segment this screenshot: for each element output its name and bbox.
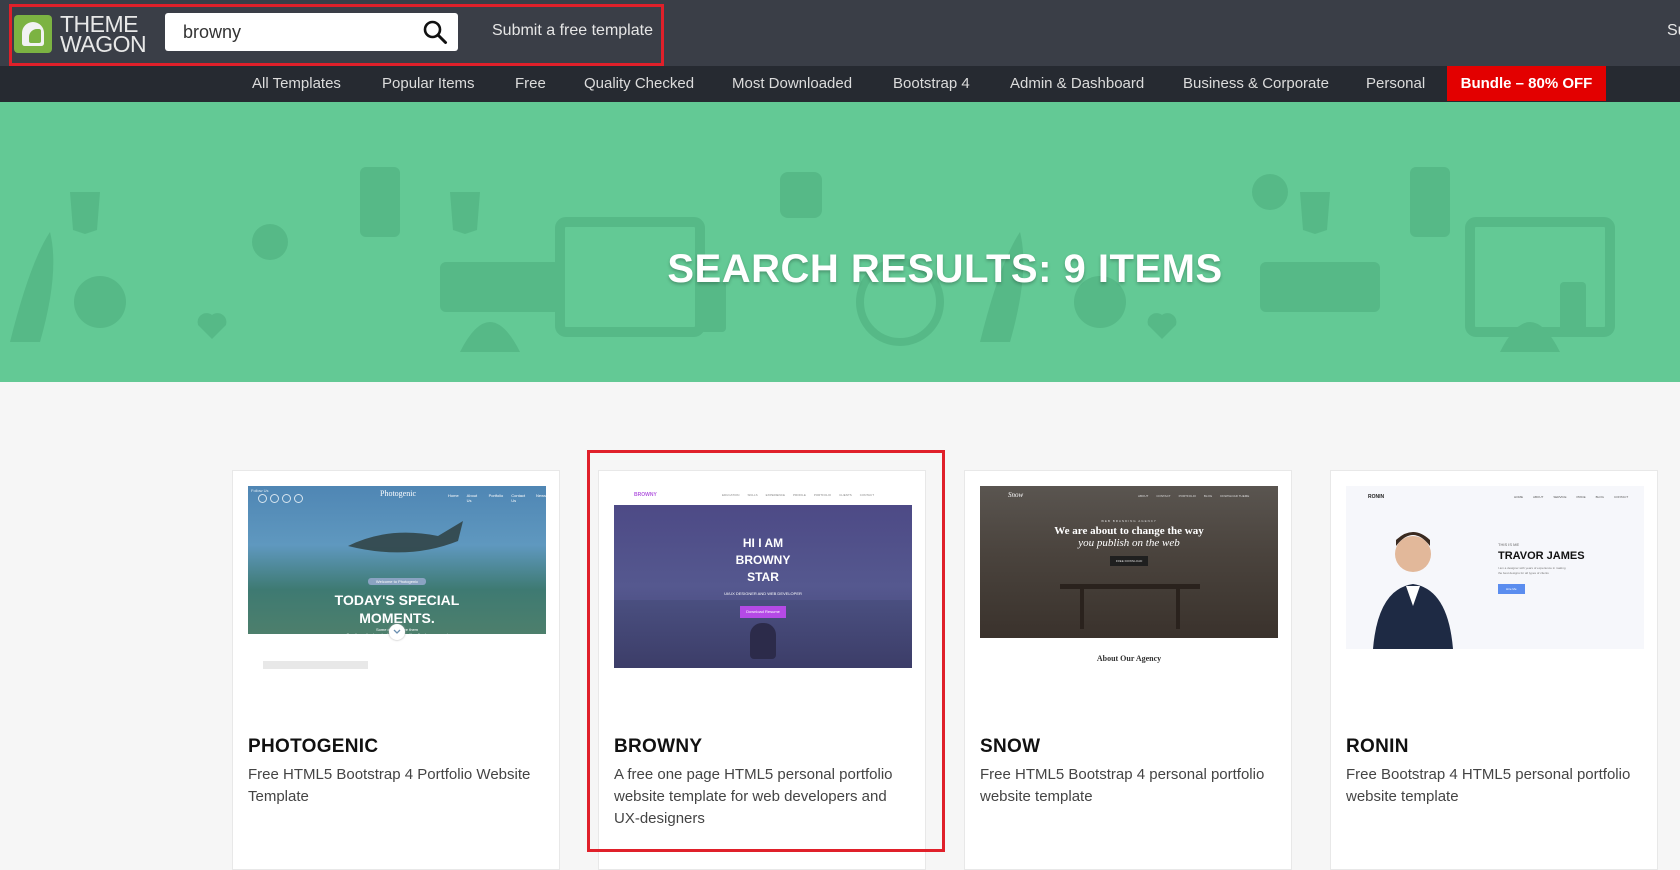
nav-personal[interactable]: Personal bbox=[1366, 75, 1425, 92]
template-card-ronin[interactable]: RONIN HOME ABOUT SERVICE PRICE BLOG CONT… bbox=[1330, 470, 1658, 870]
search-results-heading: SEARCH RESULTS: 9 ITEMS bbox=[667, 247, 1223, 291]
template-title[interactable]: SNOW bbox=[980, 736, 1040, 758]
nav-link: ABOUT bbox=[1138, 494, 1149, 498]
nav-link: CONTACT bbox=[1613, 495, 1629, 499]
ronin-name: TRAVOR JAMES bbox=[1498, 550, 1585, 562]
nav-link: Home bbox=[448, 493, 459, 498]
nav-free[interactable]: Free bbox=[515, 75, 546, 92]
header-right-link[interactable]: Su bbox=[1667, 22, 1680, 40]
facebook-icon bbox=[258, 494, 267, 503]
banner-pattern-icons bbox=[10, 167, 1615, 352]
photogenic-brand: Photogenic bbox=[380, 489, 416, 498]
snow-nav: ABOUT CONTACT PORTFOLIO BLOG DOWNLOAD TH… bbox=[1138, 494, 1249, 498]
ronin-paragraph-1: I am a designer with years of experience… bbox=[1498, 566, 1566, 570]
nav-all-templates[interactable]: All Templates bbox=[252, 75, 341, 92]
airplane-graphic bbox=[348, 521, 463, 553]
nav-link: PORTFOLIO bbox=[1178, 494, 1196, 498]
category-nav: All Templates Popular Items Free Quality… bbox=[0, 66, 1680, 102]
nav-link: BLOG bbox=[1595, 495, 1604, 499]
ronin-kicker: THIS IS ME bbox=[1498, 542, 1520, 547]
template-title[interactable]: PHOTOGENIC bbox=[248, 736, 378, 758]
chevron-down-icon bbox=[389, 624, 405, 640]
photogenic-hero-image: Follow Us Photogenic Home About Us Portf… bbox=[248, 486, 546, 637]
template-thumbnail[interactable]: RONIN HOME ABOUT SERVICE PRICE BLOG CONT… bbox=[1346, 486, 1644, 671]
template-description: Free Bootstrap 4 HTML5 personal portfoli… bbox=[1346, 766, 1631, 805]
vimeo-icon bbox=[282, 494, 291, 503]
bundle-offer-button[interactable]: Bundle – 80% OFF bbox=[1447, 66, 1606, 101]
snow-hero-image: Snow ABOUT CONTACT PORTFOLIO BLOG DOWNLO… bbox=[980, 486, 1278, 638]
nav-link: CONTACT bbox=[1156, 494, 1171, 498]
snow-kicker: WEB BRANDING AGENCY bbox=[1101, 519, 1157, 523]
photogenic-badge: Welcome to Photogenic bbox=[367, 578, 427, 585]
nav-admin-dashboard[interactable]: Admin & Dashboard bbox=[1010, 75, 1144, 92]
snow-hero-text: WEB BRANDING AGENCY We are about to chan… bbox=[980, 519, 1278, 567]
photogenic-placeholder-bar bbox=[263, 661, 368, 669]
twitter-icon bbox=[270, 494, 279, 503]
template-thumbnail[interactable]: Snow ABOUT CONTACT PORTFOLIO BLOG DOWNLO… bbox=[980, 486, 1278, 671]
nav-link: Contact Us bbox=[511, 493, 526, 503]
template-thumbnail[interactable]: Follow Us Photogenic Home About Us Portf… bbox=[248, 486, 546, 671]
photogenic-headline-1: TODAY'S SPECIAL bbox=[334, 592, 460, 608]
photogenic-follow-label: Follow Us bbox=[251, 488, 269, 493]
ronin-paragraph-2: the best designs for all types of client… bbox=[1498, 571, 1549, 575]
ronin-portrait bbox=[1373, 532, 1453, 649]
template-card-snow[interactable]: Snow ABOUT CONTACT PORTFOLIO BLOG DOWNLO… bbox=[964, 470, 1292, 870]
nav-link: HOME bbox=[1514, 495, 1523, 499]
nav-link: Portfolio bbox=[488, 493, 504, 498]
snow-headline-2: you publish on the web bbox=[1078, 537, 1180, 549]
snow-brand: Snow bbox=[1008, 491, 1024, 499]
nav-bootstrap-4[interactable]: Bootstrap 4 bbox=[893, 75, 970, 92]
ronin-nav: HOME ABOUT SERVICE PRICE BLOG CONTACT bbox=[1514, 495, 1628, 499]
template-title[interactable]: RONIN bbox=[1346, 736, 1409, 758]
nav-link: DOWNLOAD THEME bbox=[1220, 494, 1250, 498]
nav-link: News bbox=[535, 493, 546, 498]
template-description: Free HTML5 Bootstrap 4 personal portfoli… bbox=[980, 766, 1265, 805]
snow-headline-1: We are about to change the way bbox=[1054, 525, 1204, 537]
ronin-brand: RONIN bbox=[1368, 494, 1385, 500]
photogenic-nav: Home About Us Portfolio Contact Us News bbox=[448, 493, 546, 503]
nav-quality-checked[interactable]: Quality Checked bbox=[584, 75, 694, 92]
instagram-icon bbox=[294, 494, 303, 503]
snow-download-button: FREE DOWNLOAD bbox=[1109, 556, 1149, 566]
photogenic-social-icons bbox=[258, 494, 303, 503]
highlight-box-header bbox=[9, 4, 664, 66]
nav-business-corporate[interactable]: Business & Corporate bbox=[1183, 75, 1329, 92]
nav-link: BLOG bbox=[1203, 494, 1213, 498]
template-card-photogenic[interactable]: Follow Us Photogenic Home About Us Portf… bbox=[232, 470, 560, 870]
nav-link: About Us bbox=[466, 493, 478, 503]
template-description: Free HTML5 Bootstrap 4 Portfolio Website… bbox=[248, 766, 531, 805]
highlight-box-browny bbox=[587, 450, 945, 852]
nav-link: SERVICE bbox=[1553, 495, 1567, 499]
ronin-hero-image: RONIN HOME ABOUT SERVICE PRICE BLOG CONT… bbox=[1346, 486, 1644, 649]
nav-popular-items[interactable]: Popular Items bbox=[382, 75, 475, 92]
search-results-banner: SEARCH RESULTS: 9 ITEMS bbox=[0, 102, 1680, 382]
ronin-hire-button: Hire Me bbox=[1498, 584, 1525, 594]
snow-about-heading: About Our Agency bbox=[1096, 654, 1162, 663]
nav-most-downloaded[interactable]: Most Downloaded bbox=[732, 75, 852, 92]
snow-furniture bbox=[1060, 584, 1200, 629]
nav-link: ABOUT bbox=[1533, 495, 1544, 499]
nav-link: PRICE bbox=[1576, 495, 1586, 499]
